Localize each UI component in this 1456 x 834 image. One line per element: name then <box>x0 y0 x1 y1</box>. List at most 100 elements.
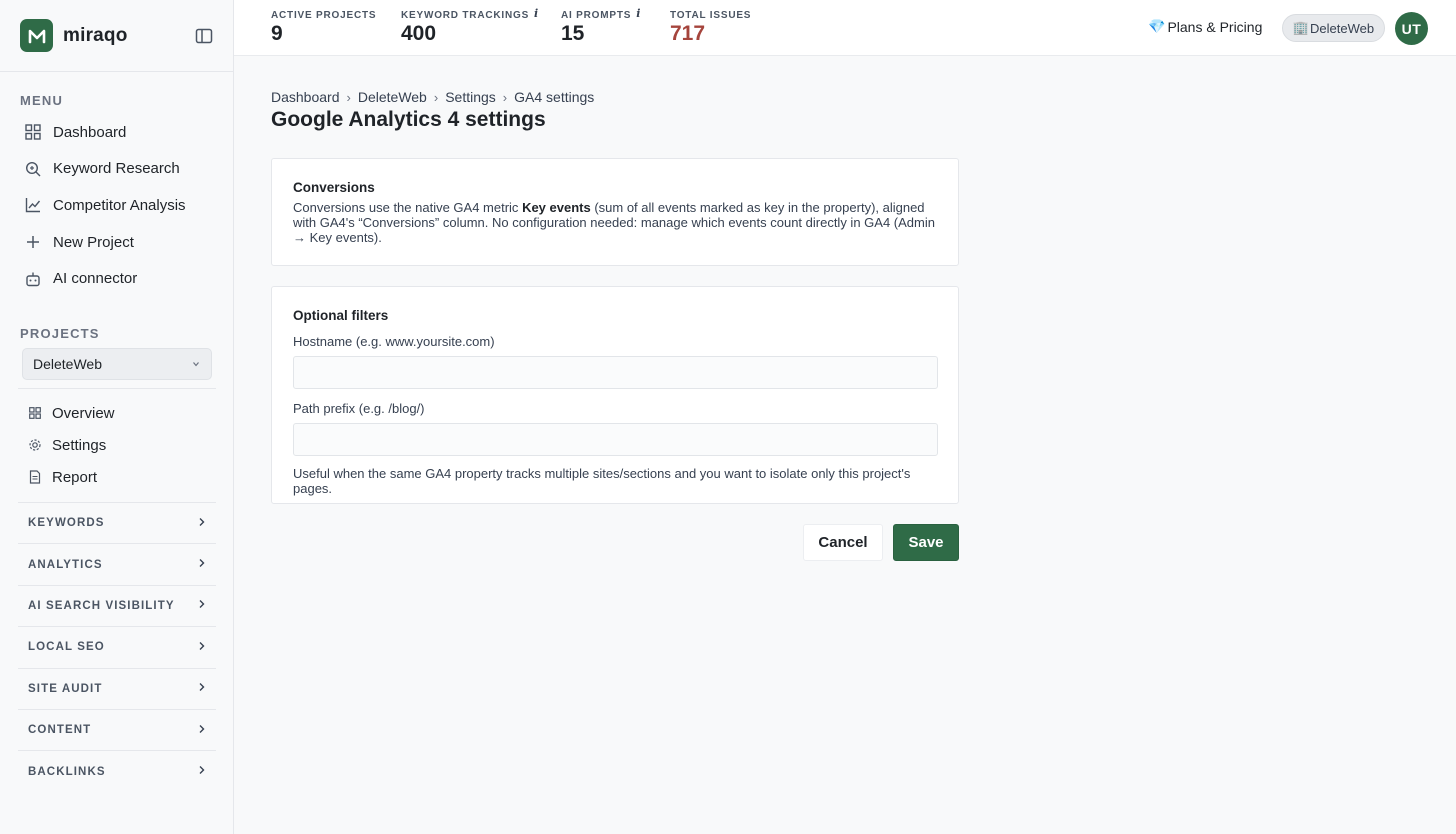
info-icon[interactable]: i <box>534 7 539 20</box>
stat-total-issues: TOTAL ISSUES 717 <box>670 10 751 46</box>
logo-icon[interactable] <box>20 19 53 52</box>
conversions-title: Conversions <box>293 180 375 195</box>
stat-label: AI PROMPTS i <box>561 7 642 21</box>
chevron-right-icon <box>198 724 206 737</box>
divider <box>18 388 216 389</box>
nav-item-label: Keyword Research <box>53 160 180 178</box>
stat-value: 400 <box>401 22 437 45</box>
nav-item-label: Dashboard <box>53 123 127 141</box>
project-chip[interactable]: 🏢 DeleteWeb <box>1282 14 1385 42</box>
nav-group-local-seo[interactable]: LOCAL SEO <box>18 626 216 667</box>
project-select[interactable]: DeleteWeb <box>22 348 212 380</box>
avatar[interactable]: UT <box>1395 12 1428 45</box>
breadcrumb-separator-icon: › <box>346 89 351 105</box>
nav-group-label: BACKLINKS <box>28 765 106 778</box>
projects-label: PROJECTS <box>20 326 100 341</box>
plus-icon <box>24 233 42 251</box>
project-select-value: DeleteWeb <box>33 356 103 372</box>
cancel-button[interactable]: Cancel <box>803 524 883 561</box>
filters-title: Optional filters <box>293 308 389 323</box>
search-icon <box>24 160 42 178</box>
key-events-term: Key events <box>522 200 591 215</box>
gem-icon: 💎 <box>1148 18 1166 34</box>
nav-group-keywords[interactable]: KEYWORDS <box>18 502 216 543</box>
menu-label: MENU <box>20 93 64 108</box>
nav-group-site-audit[interactable]: SITE AUDIT <box>18 667 216 709</box>
nav-group-label: CONTENT <box>28 724 92 737</box>
hostname-label: Hostname (e.g. www.yoursite.com) <box>293 334 495 349</box>
chevron-right-icon <box>198 558 206 571</box>
project-nav-overview[interactable]: Overview <box>0 397 234 429</box>
save-button[interactable]: Save <box>893 524 959 561</box>
breadcrumb: Dashboard › DeleteWeb › Settings › GA4 s… <box>271 89 594 105</box>
project-nav-report[interactable]: Report <box>0 461 234 493</box>
sidebar: miraqo MENU Dashboard Keyword Research C… <box>0 0 234 834</box>
nav-item-label: AI connector <box>53 270 138 288</box>
sidebar-toggle-icon[interactable] <box>193 25 215 47</box>
nav-group-ai-search-visibility[interactable]: AI SEARCH VISIBILITY <box>18 584 216 626</box>
stat-active-projects: ACTIVE PROJECTS 9 <box>271 10 376 46</box>
nav-item-ai-connector[interactable]: AI connector <box>0 260 234 297</box>
project-nav-label: Overview <box>52 404 115 422</box>
nav-group-content[interactable]: CONTENT <box>18 708 216 750</box>
plans-pricing-label: Plans & Pricing <box>1167 18 1263 35</box>
topbar: ACTIVE PROJECTS 9 KEYWORD TRACKINGS i 400… <box>234 0 1456 56</box>
project-nav: Overview Settings Report <box>0 397 234 493</box>
plans-pricing-link[interactable]: 💎 Plans & Pricing <box>1148 18 1262 35</box>
nav-groups: KEYWORDS ANALYTICS AI SEARCH VISIBILITY … <box>18 502 216 792</box>
nav-item-label: Competitor Analysis <box>53 196 186 214</box>
stat-ai-prompts: AI PROMPTS i 15 <box>561 7 642 46</box>
stat-label: KEYWORD TRACKINGS i <box>401 7 540 21</box>
breadcrumb-separator-icon: › <box>502 89 508 105</box>
chevron-right-icon <box>198 765 206 778</box>
filters-help-text: Useful when the same GA4 property tracks… <box>293 466 911 496</box>
chevron-right-icon <box>198 682 206 695</box>
chevron-right-icon <box>198 517 206 530</box>
project-nav-label: Report <box>52 468 98 486</box>
brand-header: miraqo <box>0 0 233 72</box>
project-chip-label: DeleteWeb <box>1310 20 1375 36</box>
chevron-down-icon <box>191 356 201 372</box>
hostname-input[interactable] <box>293 356 938 389</box>
info-icon[interactable]: i <box>636 7 641 20</box>
nav-item-keyword-research[interactable]: Keyword Research <box>0 151 234 188</box>
breadcrumb-dashboard[interactable]: Dashboard <box>271 89 340 105</box>
chevron-right-icon <box>198 599 206 612</box>
breadcrumb-current: GA4 settings <box>514 89 595 105</box>
path-prefix-label: Path prefix (e.g. /blog/) <box>293 401 425 416</box>
grid-icon <box>28 406 42 420</box>
project-nav-settings[interactable]: Settings <box>0 429 234 461</box>
stat-value: 9 <box>271 22 283 45</box>
nav-group-label: ANALYTICS <box>28 558 103 571</box>
path-prefix-input[interactable] <box>293 423 938 456</box>
stat-value: 15 <box>561 22 585 45</box>
nav-group-backlinks[interactable]: BACKLINKS <box>18 750 216 791</box>
nav-group-label: SITE AUDIT <box>28 682 103 695</box>
stat-value: 717 <box>670 22 706 45</box>
stat-label: TOTAL ISSUES <box>670 10 752 21</box>
nav-item-dashboard[interactable]: Dashboard <box>0 114 234 151</box>
breadcrumb-settings[interactable]: Settings <box>445 89 496 105</box>
filters-card: Optional filters Hostname (e.g. www.your… <box>271 286 959 504</box>
nav-item-new-project[interactable]: New Project <box>0 224 234 261</box>
stat-label: ACTIVE PROJECTS <box>271 10 377 21</box>
nav-item-competitor-analysis[interactable]: Competitor Analysis <box>0 187 234 224</box>
brand-name[interactable]: miraqo <box>63 25 128 47</box>
document-icon <box>28 470 42 484</box>
main-nav: Dashboard Keyword Research Competitor An… <box>0 114 234 297</box>
project-nav-label: Settings <box>52 436 107 454</box>
gear-icon <box>28 438 42 452</box>
breadcrumb-project[interactable]: DeleteWeb <box>358 89 427 105</box>
nav-group-label: AI SEARCH VISIBILITY <box>28 599 175 612</box>
breadcrumb-separator-icon: › <box>433 89 439 105</box>
nav-group-label: LOCAL SEO <box>28 641 105 654</box>
nav-item-label: New Project <box>53 233 134 251</box>
nav-group-analytics[interactable]: ANALYTICS <box>18 543 216 584</box>
line-chart-icon <box>24 196 42 214</box>
grid-icon <box>24 123 42 141</box>
nav-group-label: KEYWORDS <box>28 517 105 530</box>
conversions-card: Conversions Conversions use the native G… <box>271 158 959 266</box>
building-icon: 🏢 <box>1292 20 1310 35</box>
page-title: Google Analytics 4 settings <box>271 108 546 131</box>
stat-keyword-trackings: KEYWORD TRACKINGS i 400 <box>401 7 540 46</box>
